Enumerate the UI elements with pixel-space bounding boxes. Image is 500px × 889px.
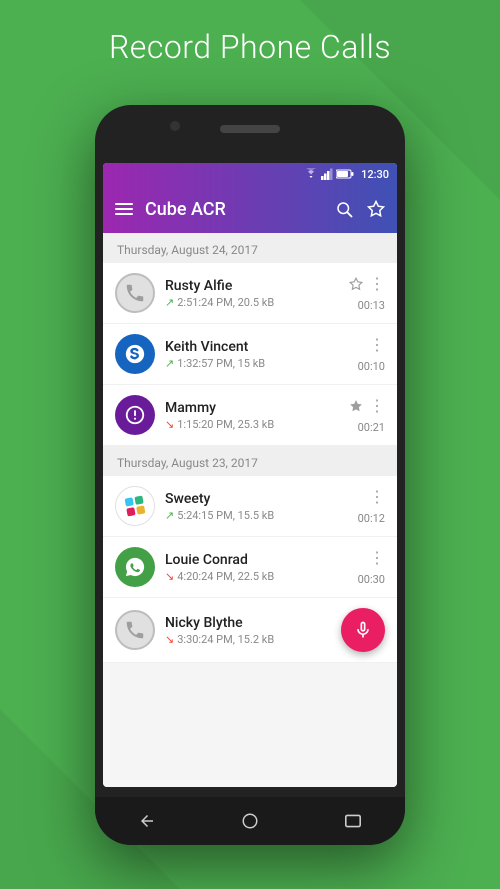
menu-button[interactable] (115, 203, 133, 215)
more-button-louie[interactable]: ⋮ (369, 548, 385, 567)
call-item-mammy[interactable]: Mammy ↘ 1:15:20 PM, 25.3 kB ⋮ 00:21 (103, 385, 397, 446)
direction-icon-rusty: ↗ (165, 296, 174, 309)
search-button[interactable] (335, 200, 353, 218)
status-bar: 12:30 (103, 163, 397, 185)
status-icons: 12:30 (304, 168, 389, 181)
back-icon (138, 812, 156, 830)
date-header-2: Thursday, August 23, 2017 (103, 446, 397, 476)
direction-icon-sweety: ↗ (165, 509, 174, 522)
more-button-mammy[interactable]: ⋮ (369, 396, 385, 415)
call-info-louie: Louie Conrad ↘ 4:20:24 PM, 22.5 kB (165, 552, 348, 583)
phone-frame: 12:30 Cube ACR (95, 105, 405, 845)
date-header-1: Thursday, August 24, 2017 (103, 233, 397, 263)
call-name-sweety: Sweety (165, 491, 348, 507)
avatar-rusty (115, 273, 155, 313)
call-icons-sweety: ⋮ (369, 487, 385, 506)
favorites-button[interactable] (367, 200, 385, 218)
call-item-keith[interactable]: Keith Vincent ↗ 1:32:57 PM, 15 kB ⋮ 00:1… (103, 324, 397, 385)
call-duration-louie: 00:30 (358, 573, 385, 586)
app-bar: Cube ACR (103, 185, 397, 233)
mic-icon (353, 620, 373, 640)
page-title: Record Phone Calls (0, 28, 500, 66)
direction-icon-keith: ↗ (165, 357, 174, 370)
avatar-keith (115, 334, 155, 374)
status-time: 12:30 (361, 168, 389, 181)
call-actions-rusty: ⋮ 00:13 (349, 274, 385, 312)
call-name-mammy: Mammy (165, 400, 339, 416)
phone-speaker (220, 125, 280, 133)
phone-avatar-icon-2 (124, 619, 146, 641)
call-info-rusty: Rusty Alfie ↗ 2:51:24 PM, 20.5 kB (165, 278, 339, 309)
call-item-rusty[interactable]: Rusty Alfie ↗ 2:51:24 PM, 20.5 kB ⋮ 00:1… (103, 263, 397, 324)
skype-avatar-icon (124, 343, 146, 365)
call-meta-sweety: ↗ 5:24:15 PM, 15.5 kB (165, 509, 348, 522)
call-duration-rusty: 00:13 (358, 299, 385, 312)
phone-nav-bar (95, 797, 405, 845)
call-actions-louie: ⋮ 00:30 (358, 548, 385, 586)
nav-recents-button[interactable] (333, 801, 373, 841)
call-name-louie: Louie Conrad (165, 552, 348, 568)
call-actions-mammy: ⋮ 00:21 (349, 396, 385, 434)
call-duration-keith: 00:10 (358, 360, 385, 373)
call-actions-sweety: ⋮ 00:12 (358, 487, 385, 525)
call-info-keith: Keith Vincent ↗ 1:32:57 PM, 15 kB (165, 339, 348, 370)
star-empty-icon[interactable] (349, 277, 363, 291)
viber-avatar-icon (124, 404, 146, 426)
avatar-sweety (115, 486, 155, 526)
call-item-nicky[interactable]: Nicky Blythe ↘ 3:30:24 PM, 15.2 kB (103, 598, 397, 663)
search-icon (335, 200, 353, 218)
phone-screen: 12:30 Cube ACR (103, 163, 397, 787)
call-icons-louie: ⋮ (369, 548, 385, 567)
more-button-sweety[interactable]: ⋮ (369, 487, 385, 506)
call-info-mammy: Mammy ↘ 1:15:20 PM, 25.3 kB (165, 400, 339, 431)
call-duration-mammy: 00:21 (358, 421, 385, 434)
direction-icon-mammy: ↘ (165, 418, 174, 431)
more-button-keith[interactable]: ⋮ (369, 335, 385, 354)
nav-back-button[interactable] (127, 801, 167, 841)
call-icons-mammy: ⋮ (349, 396, 385, 415)
star-filled-icon[interactable] (349, 399, 363, 413)
call-meta-louie: ↘ 4:20:24 PM, 22.5 kB (165, 570, 348, 583)
app-bar-actions (335, 200, 385, 218)
call-meta-mammy: ↘ 1:15:20 PM, 25.3 kB (165, 418, 339, 431)
direction-icon-nicky: ↘ (165, 633, 174, 646)
nav-home-button[interactable] (230, 801, 270, 841)
avatar-louie (115, 547, 155, 587)
call-item-louie[interactable]: Louie Conrad ↘ 4:20:24 PM, 22.5 kB ⋮ 00:… (103, 537, 397, 598)
call-info-nicky: Nicky Blythe ↘ 3:30:24 PM, 15.2 kB (165, 615, 331, 646)
battery-icon (336, 169, 354, 179)
signal-icon (321, 168, 333, 180)
call-name-rusty: Rusty Alfie (165, 278, 339, 294)
call-name-nicky: Nicky Blythe (165, 615, 331, 631)
call-info-sweety: Sweety ↗ 5:24:15 PM, 15.5 kB (165, 491, 348, 522)
app-bar-title: Cube ACR (145, 199, 323, 220)
more-button-rusty[interactable]: ⋮ (369, 274, 385, 293)
call-meta-nicky: ↘ 3:30:24 PM, 15.2 kB (165, 633, 331, 646)
call-list: Thursday, August 24, 2017 Rusty Alfie ↗ … (103, 233, 397, 787)
call-actions-nicky (341, 608, 385, 652)
call-item-sweety[interactable]: Sweety ↗ 5:24:15 PM, 15.5 kB ⋮ 00:12 (103, 476, 397, 537)
star-icon (367, 200, 385, 218)
avatar-mammy (115, 395, 155, 435)
call-name-keith: Keith Vincent (165, 339, 348, 355)
call-duration-sweety: 00:12 (358, 512, 385, 525)
home-icon (241, 812, 259, 830)
call-icons-keith: ⋮ (369, 335, 385, 354)
call-meta-rusty: ↗ 2:51:24 PM, 20.5 kB (165, 296, 339, 309)
phone-camera (170, 121, 180, 131)
whatsapp-avatar-icon (124, 556, 146, 578)
call-meta-keith: ↗ 1:32:57 PM, 15 kB (165, 357, 348, 370)
avatar-nicky (115, 610, 155, 650)
phone-avatar-icon (124, 282, 146, 304)
recents-icon (345, 814, 361, 828)
direction-icon-louie: ↘ (165, 570, 174, 583)
call-icons-rusty: ⋮ (349, 274, 385, 293)
wifi-icon (304, 168, 318, 180)
slack-avatar-icon (125, 496, 146, 517)
call-actions-keith: ⋮ 00:10 (358, 335, 385, 373)
record-fab-button[interactable] (341, 608, 385, 652)
